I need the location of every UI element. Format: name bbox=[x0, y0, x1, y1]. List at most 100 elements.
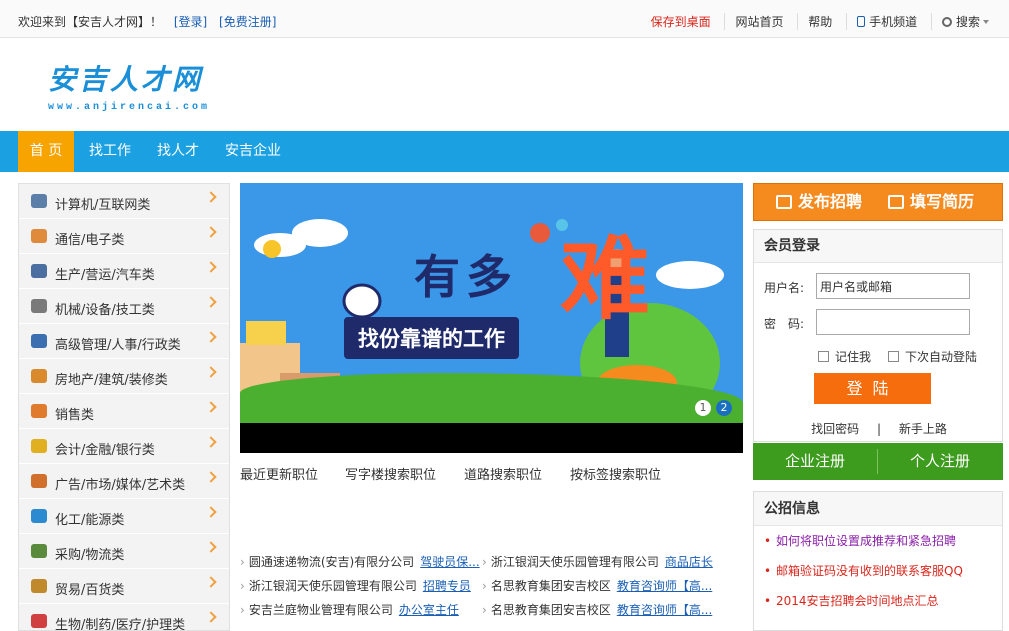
register-link[interactable]: [免费注册] bbox=[219, 15, 276, 29]
category-label: 化工/能源类 bbox=[55, 513, 125, 528]
login-link[interactable]: [登录] bbox=[174, 15, 207, 29]
computer-icon bbox=[31, 194, 47, 208]
category-item[interactable]: 广告/市场/媒体/艺术类 bbox=[19, 464, 229, 499]
company-link[interactable]: 圆通速递物流(安吉)有限分公司 bbox=[249, 555, 414, 569]
hammer-icon bbox=[31, 579, 47, 593]
company-link[interactable]: 名思教育集团安吉校区 bbox=[491, 579, 611, 593]
company-link[interactable]: 浙江银润天使乐园管理有限公司 bbox=[491, 555, 659, 569]
category-item[interactable]: 机械/设备/技工类 bbox=[19, 289, 229, 324]
search-icon bbox=[941, 17, 952, 27]
auto-login-label: 下次自动登陆 bbox=[905, 350, 978, 364]
newbie-guide-link[interactable]: 新手上路 bbox=[899, 422, 947, 436]
notice-item[interactable]: • 2014安吉招聘会时间地点汇总 bbox=[754, 586, 1002, 616]
signal-icon bbox=[31, 229, 47, 243]
category-label: 机械/设备/技工类 bbox=[55, 303, 155, 318]
notice-text: 如何将职位设置成推荐和紧急招聘 bbox=[776, 534, 957, 548]
site-home-link[interactable]: 网站首页 bbox=[724, 13, 793, 30]
login-submit-button[interactable]: 登陆 bbox=[814, 373, 931, 404]
company-link[interactable]: 安吉兰庭物业管理有限公司 bbox=[249, 603, 393, 617]
notice-item[interactable]: • 邮箱验证码没有收到的联系客服QQ bbox=[754, 556, 1002, 586]
chevron-right-icon bbox=[205, 541, 217, 553]
recent-jobs-link[interactable]: 最近更新职位 bbox=[240, 464, 318, 483]
chevron-right-icon bbox=[205, 436, 217, 448]
nav-anji-companies[interactable]: 安吉企业 bbox=[216, 131, 290, 172]
save-to-desktop-link[interactable]: 保存到桌面 bbox=[641, 13, 721, 30]
road-search-link[interactable]: 道路搜索职位 bbox=[464, 464, 542, 483]
forgot-password-link[interactable]: 找回密码 bbox=[811, 422, 859, 436]
nav-find-talent[interactable]: 找人才 bbox=[148, 131, 208, 172]
category-item[interactable]: 销售类 bbox=[19, 394, 229, 429]
banner-tagline: 找份靠谱的工作 bbox=[344, 317, 519, 359]
category-item[interactable]: 采购/物流类 bbox=[19, 534, 229, 569]
bullet-icon: • bbox=[764, 594, 772, 608]
tag-search-link[interactable]: 按标签搜索职位 bbox=[570, 464, 661, 483]
category-item[interactable]: 高级管理/人事/行政类 bbox=[19, 324, 229, 359]
bullet-icon: › bbox=[240, 579, 245, 593]
job-row: › 安吉兰庭物业管理有限公司 办公室主任 › 名思教育集团安吉校区 教育咨询师【高... bbox=[240, 598, 743, 622]
position-link[interactable]: 教育咨询师【高... bbox=[617, 579, 712, 593]
welcome-area: 欢迎来到【安吉人才网】！ [登录] [免费注册] bbox=[18, 13, 276, 30]
position-link[interactable]: 驾驶员保... bbox=[420, 555, 479, 569]
category-item[interactable]: 生产/营运/汽车类 bbox=[19, 254, 229, 289]
job-entry: › 浙江银润天使乐园管理有限公司 商品店长 bbox=[482, 550, 713, 574]
category-item[interactable]: 通信/电子类 bbox=[19, 219, 229, 254]
public-recruitment-panel: 公招信息 • 如何将职位设置成推荐和紧急招聘 • 邮箱验证码没有收到的联系客服QQ • 2… bbox=[753, 491, 1003, 631]
mobile-channel-link[interactable]: 手机频道 bbox=[846, 13, 927, 30]
auto-login-checkbox[interactable]: 下次自动登陆 bbox=[888, 348, 977, 365]
notice-item[interactable]: • 如何将职位设置成推荐和紧急招聘 bbox=[754, 526, 1002, 556]
bullet-icon: • bbox=[764, 534, 772, 548]
nav-home[interactable]: 首 页 bbox=[18, 131, 74, 172]
site-logo[interactable]: 安吉人才网 www.anjirencai.com bbox=[48, 58, 210, 113]
carousel-dot-2[interactable]: 2 bbox=[716, 400, 732, 416]
category-item[interactable]: 会计/金融/银行类 bbox=[19, 429, 229, 464]
board-icon bbox=[31, 474, 47, 488]
category-label: 会计/金融/银行类 bbox=[55, 443, 155, 458]
login-title: 会员登录 bbox=[754, 230, 1002, 263]
nav-find-job[interactable]: 找工作 bbox=[80, 131, 140, 172]
office-search-link[interactable]: 写字楼搜索职位 bbox=[345, 464, 436, 483]
top-bar: 欢迎来到【安吉人才网】！ [登录] [免费注册] 保存到桌面 网站首页 帮助 手… bbox=[0, 0, 1009, 38]
phone-icon bbox=[857, 16, 866, 27]
category-item[interactable]: 化工/能源类 bbox=[19, 499, 229, 534]
position-link[interactable]: 商品店长 bbox=[665, 555, 713, 569]
position-link[interactable]: 教育咨询师【高... bbox=[617, 603, 712, 617]
company-link[interactable]: 浙江银润天使乐园管理有限公司 bbox=[249, 579, 417, 593]
chevron-right-icon bbox=[205, 226, 217, 238]
username-input[interactable] bbox=[816, 273, 970, 299]
fill-resume-button[interactable]: 填写简历 bbox=[888, 184, 974, 220]
personal-register-button[interactable]: 个人注册 bbox=[878, 443, 1002, 480]
chevron-right-icon bbox=[205, 331, 217, 343]
password-input[interactable] bbox=[816, 309, 970, 335]
chevron-right-icon bbox=[205, 296, 217, 308]
category-item[interactable]: 房地产/建筑/装修类 bbox=[19, 359, 229, 394]
banner-carousel[interactable]: 有多 难 找份靠谱的工作 1 2 bbox=[240, 183, 743, 453]
job-list: › 圆通速递物流(安吉)有限分公司 驾驶员保... › 浙江银润天使乐园管理有限公司 商品… bbox=[240, 550, 743, 631]
category-item[interactable]: 生物/制药/医疗/护理类 bbox=[19, 604, 229, 630]
job-entry: › 圆通速递物流(安吉)有限分公司 驾驶员保... bbox=[240, 550, 480, 574]
logo-name: 安吉人才网 bbox=[48, 63, 204, 96]
category-label: 通信/电子类 bbox=[55, 233, 125, 248]
bullet-icon: › bbox=[482, 555, 487, 569]
fill-resume-label: 填写简历 bbox=[910, 192, 975, 211]
category-item[interactable]: 计算机/互联网类 bbox=[19, 184, 229, 219]
position-link[interactable]: 招聘专员 bbox=[423, 579, 471, 593]
company-link[interactable]: 名思教育集团安吉校区 bbox=[491, 603, 611, 617]
logo-domain: www.anjirencai.com bbox=[48, 102, 211, 113]
chevron-right-icon bbox=[205, 261, 217, 273]
username-label: 用户名: bbox=[764, 281, 805, 295]
tools-icon bbox=[31, 299, 47, 313]
category-item[interactable]: 贸易/百货类 bbox=[19, 569, 229, 604]
carousel-dot-1[interactable]: 1 bbox=[695, 400, 711, 416]
remember-me-checkbox[interactable]: 记住我 bbox=[818, 348, 871, 365]
search-dropdown[interactable]: 搜索 bbox=[930, 13, 999, 30]
chat-icon bbox=[31, 404, 47, 418]
notice-text: 邮箱验证码没有收到的联系客服QQ bbox=[776, 564, 963, 578]
company-register-button[interactable]: 企业注册 bbox=[753, 443, 877, 480]
help-link[interactable]: 帮助 bbox=[797, 13, 842, 30]
post-job-button[interactable]: 发布招聘 bbox=[776, 184, 862, 220]
notice-list: • 如何将职位设置成推荐和紧急招聘 • 邮箱验证码没有收到的联系客服QQ • 2014安吉… bbox=[754, 526, 1002, 616]
bullet-icon: • bbox=[764, 564, 772, 578]
bullet-icon: › bbox=[240, 603, 245, 617]
truck-icon bbox=[31, 264, 47, 278]
position-link[interactable]: 办公室主任 bbox=[399, 603, 459, 617]
